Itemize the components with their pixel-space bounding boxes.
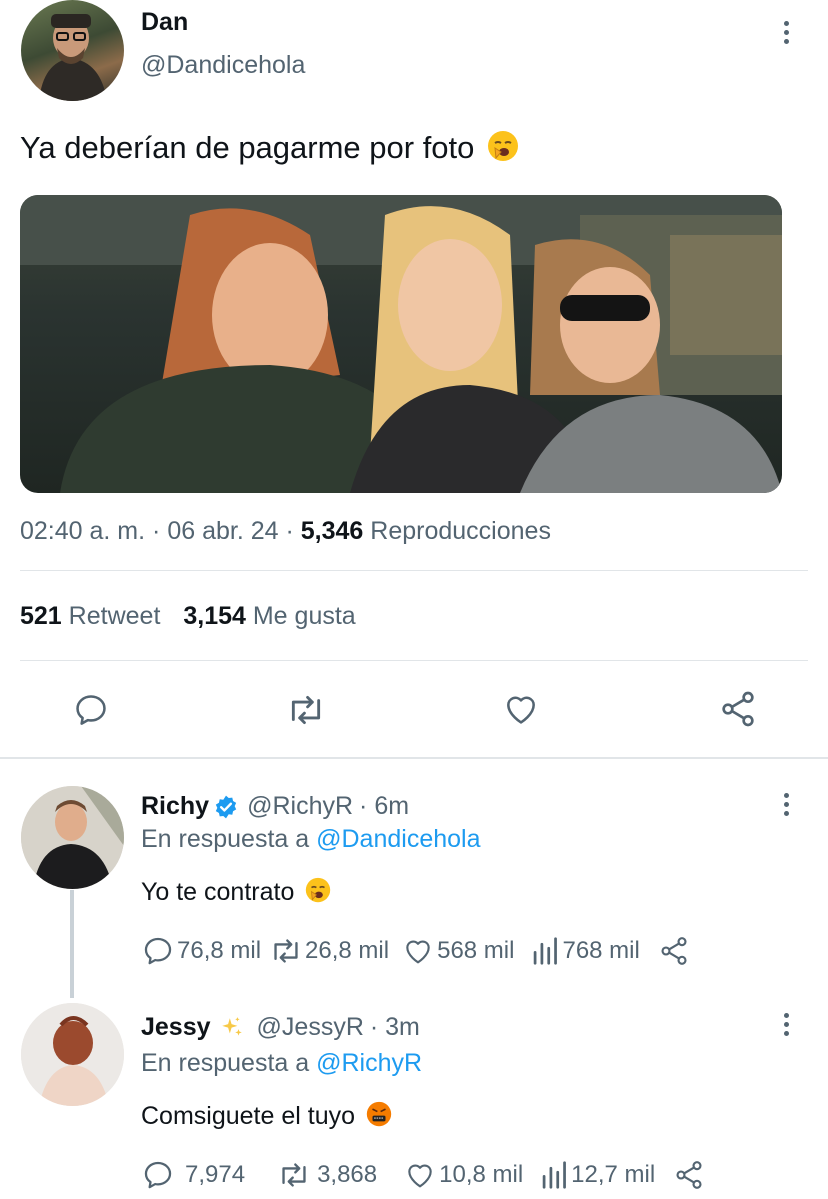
views-icon xyxy=(532,936,560,966)
reply-author-name[interactable]: Richy xyxy=(141,792,209,821)
reply-author-handle[interactable]: @JessyR xyxy=(257,1013,364,1042)
reply-icon xyxy=(141,934,175,968)
reply-share-button[interactable] xyxy=(673,1159,705,1191)
retweet-count: 26,8 mil xyxy=(305,937,390,964)
views-count: 5,346 xyxy=(300,517,364,545)
reply-retweet-button[interactable]: 3,868 xyxy=(277,1159,377,1191)
tweet-meta: 02:40 a. m. · 06 abr. 24 · 5,346 Reprodu… xyxy=(20,517,551,546)
retweets-stat[interactable]: 521 Retweet xyxy=(20,602,167,630)
author-handle[interactable]: @Dandicehola xyxy=(141,51,305,80)
reply-text: Yo te contrato xyxy=(141,877,331,910)
share-icon xyxy=(658,935,690,967)
reply-views-button[interactable]: 12,7 mil xyxy=(541,1160,655,1190)
reply-actions: 76,8 mil 26,8 mil 568 mil 768 mil xyxy=(141,934,690,968)
likes-stat[interactable]: 3,154 Me gusta xyxy=(183,602,355,630)
retweet-icon[interactable] xyxy=(285,691,327,729)
section-divider xyxy=(0,757,828,759)
retweet-icon xyxy=(269,935,303,967)
author-avatar[interactable] xyxy=(21,0,124,101)
reply-text-content: Yo te contrato xyxy=(141,878,295,907)
meta-separator: · xyxy=(285,517,294,545)
reply-icon xyxy=(141,1158,175,1192)
reply-to-handle[interactable]: @Dandicehola xyxy=(316,825,480,853)
reply-like-button[interactable]: 10,8 mil xyxy=(403,1159,523,1191)
views-icon xyxy=(541,1160,569,1190)
yawning-face-emoji xyxy=(305,877,331,910)
reply-to-line: En respuesta a @Dandicehola xyxy=(141,825,481,854)
reply-time[interactable]: · 3m xyxy=(370,1013,420,1042)
reply-to-line: En respuesta a @RichyR xyxy=(141,1049,422,1078)
likes-label: Me gusta xyxy=(252,602,356,630)
verified-badge-icon xyxy=(213,794,239,820)
reply-avatar[interactable] xyxy=(21,1003,124,1106)
more-options-icon[interactable] xyxy=(776,789,796,819)
reply-avatar[interactable] xyxy=(21,786,124,889)
share-icon xyxy=(673,1159,705,1191)
comment-count: 7,974 xyxy=(185,1161,246,1188)
more-options-icon[interactable] xyxy=(776,1009,796,1039)
reply-comment-button[interactable]: 76,8 mil xyxy=(141,934,261,968)
retweet-count: 3,868 xyxy=(317,1161,378,1188)
share-icon[interactable] xyxy=(718,689,758,729)
reply-header: Richy @RichyR · 6m xyxy=(141,792,409,821)
divider xyxy=(20,660,808,661)
like-count: 568 mil xyxy=(437,937,515,964)
reply-to-label: En respuesta a xyxy=(141,825,310,853)
cursing-face-emoji xyxy=(366,1101,392,1134)
reply-like-button[interactable]: 568 mil xyxy=(401,935,514,967)
retweet-icon xyxy=(277,1159,311,1191)
views-count: 12,7 mil xyxy=(571,1161,656,1188)
author-name[interactable]: Dan xyxy=(141,8,188,37)
reply-to-label: En respuesta a xyxy=(141,1049,310,1077)
sparkles-icon xyxy=(219,1015,245,1041)
meta-separator: · xyxy=(152,517,161,545)
comment-count: 76,8 mil xyxy=(177,937,262,964)
reply-text-content: Comsiguete el tuyo xyxy=(141,1102,356,1131)
heart-icon xyxy=(403,1159,437,1191)
reply-share-button[interactable] xyxy=(658,935,690,967)
reply-icon[interactable] xyxy=(72,691,110,729)
like-count: 10,8 mil xyxy=(439,1161,524,1188)
likes-count: 3,154 xyxy=(183,602,246,630)
views-count: 768 mil xyxy=(562,937,640,964)
reply-time[interactable]: · 6m xyxy=(359,792,409,821)
reply-retweet-button[interactable]: 26,8 mil xyxy=(269,935,389,967)
heart-icon[interactable] xyxy=(501,690,541,728)
tweet-photo[interactable] xyxy=(20,195,782,493)
yawning-face-emoji xyxy=(487,130,519,170)
reply-text: Comsiguete el tuyo xyxy=(141,1101,392,1134)
reply-vertical-line xyxy=(70,890,74,998)
divider xyxy=(20,570,808,571)
tweet-text-content: Ya deberían de pagarme por foto xyxy=(20,130,475,166)
tweet-date[interactable]: 06 abr. 24 xyxy=(167,517,278,545)
reply-to-handle[interactable]: @RichyR xyxy=(316,1049,422,1077)
heart-icon xyxy=(401,935,435,967)
reply-header: Jessy @JessyR · 3m xyxy=(141,1013,420,1042)
engagement-counts: 521 Retweet 3,154 Me gusta xyxy=(20,602,356,631)
reply-author-handle[interactable]: @RichyR xyxy=(247,792,353,821)
retweets-label: Retweet xyxy=(68,602,161,630)
tweet-text: Ya deberían de pagarme por foto xyxy=(20,130,519,170)
reply-comment-button[interactable]: 7,974 xyxy=(141,1158,245,1192)
retweets-count: 521 xyxy=(20,602,62,630)
tweet-time[interactable]: 02:40 a. m. xyxy=(20,517,145,545)
views-label: Reproducciones xyxy=(370,517,551,545)
reply-actions: 7,974 3,868 10,8 mil 12,7 mil xyxy=(141,1158,705,1192)
reply-author-name[interactable]: Jessy xyxy=(141,1013,211,1042)
reply-views-button[interactable]: 768 mil xyxy=(532,936,640,966)
more-options-icon[interactable] xyxy=(776,17,796,47)
